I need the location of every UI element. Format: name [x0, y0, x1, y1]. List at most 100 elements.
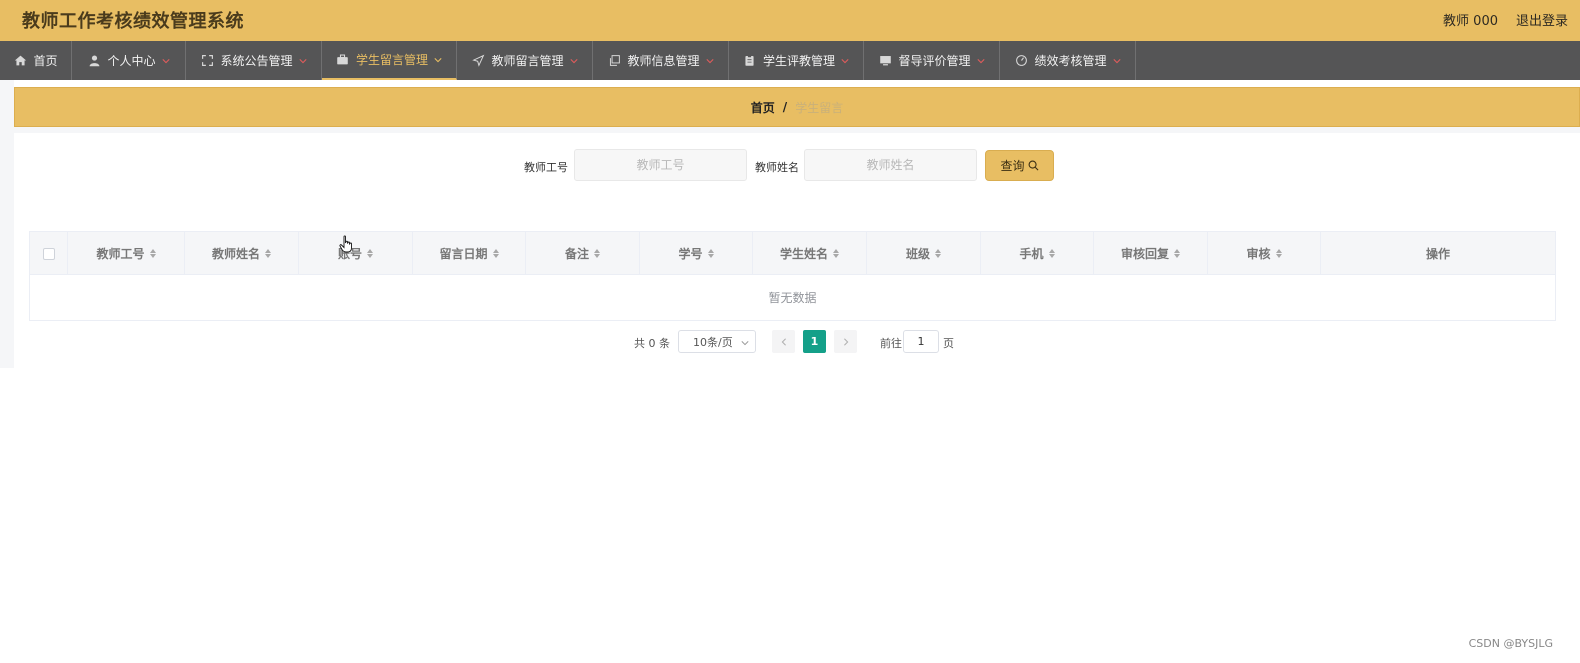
- nav-label: 督导评价管理: [898, 54, 971, 68]
- column-header[interactable]: 学生姓名: [753, 232, 867, 275]
- content-divider: [14, 127, 1580, 133]
- copy-icon: [607, 54, 621, 68]
- chevron-down-icon: [841, 57, 849, 65]
- sort-icon[interactable]: [707, 249, 714, 258]
- page-unit-label: 页: [943, 337, 954, 350]
- breadcrumb-separator: /: [782, 100, 788, 114]
- hand-cursor-icon: [339, 235, 352, 253]
- chevron-down-icon: [1112, 57, 1121, 65]
- column-header[interactable]: 审核: [1208, 232, 1321, 275]
- query-button[interactable]: 查询: [985, 150, 1054, 181]
- chevron-down-icon: [569, 57, 578, 65]
- nav-label: 首页: [33, 54, 58, 68]
- column-header[interactable]: 教师工号: [68, 232, 185, 275]
- column-title: 教师姓名: [211, 247, 260, 261]
- breadcrumb-home[interactable]: 首页: [751, 99, 775, 116]
- column-title: 班级: [905, 247, 930, 261]
- table-header: 教师工号 教师姓名 账号 留言日期 备注 学号 学生姓名 班级 手机 审核回复 …: [30, 232, 1555, 275]
- goto-page-input[interactable]: [903, 330, 939, 353]
- send-icon: [471, 54, 485, 68]
- chevron-right-icon: [843, 337, 848, 346]
- expand-icon: [200, 54, 214, 68]
- sort-icon[interactable]: [935, 249, 941, 258]
- column-header[interactable]: 备注: [526, 232, 640, 275]
- teacher-id-input[interactable]: [574, 149, 747, 181]
- teacher-id-label: 教师工号: [524, 161, 568, 174]
- nav-label: 学生留言管理: [355, 53, 428, 67]
- page-size-value: 10条/页: [693, 335, 733, 349]
- sort-icon[interactable]: [265, 249, 271, 258]
- monitor-icon: [878, 54, 892, 68]
- sort-icon[interactable]: [492, 249, 499, 258]
- column-header[interactable]: 账号: [299, 232, 413, 275]
- user-icon: [87, 54, 101, 68]
- current-user: 教师 000: [1443, 14, 1498, 29]
- nav-label: 绩效考核管理: [1034, 54, 1107, 68]
- nav-label: 学生评教管理: [762, 54, 835, 68]
- chevron-down-icon: [434, 56, 442, 64]
- briefcase-icon: [336, 53, 350, 67]
- left-gutter: [0, 80, 14, 368]
- nav-item-home[interactable]: 首页: [0, 41, 72, 80]
- column-title: 操作: [1425, 247, 1450, 261]
- nav-label: 个人中心: [107, 54, 156, 68]
- goto-label: 前往: [880, 337, 902, 350]
- column-title: 留言日期: [439, 247, 488, 261]
- column-title: 备注: [564, 247, 589, 261]
- chevron-down-icon: [741, 341, 749, 346]
- select-all-checkbox[interactable]: [42, 247, 55, 260]
- clipboard-icon: [743, 54, 757, 68]
- teacher-name-label: 教师姓名: [755, 161, 799, 174]
- nav-item-teacher-message[interactable]: 教师留言管理: [457, 41, 593, 80]
- teacher-name-input[interactable]: [804, 149, 977, 181]
- main-nav: 首页 个人中心 系统公告管理 学生留言管理 教师留言管理 教师信息管理 学生评教…: [0, 41, 1580, 80]
- column-title: 教师工号: [96, 247, 145, 261]
- nav-item-student-message[interactable]: 学生留言管理: [322, 41, 457, 80]
- column-header[interactable]: 审核回复: [1094, 232, 1208, 275]
- sort-icon[interactable]: [149, 249, 156, 258]
- chevron-down-icon: [705, 57, 714, 65]
- chevron-left-icon: [781, 337, 786, 346]
- sort-icon[interactable]: [367, 249, 373, 258]
- column-title: 审核回复: [1120, 247, 1169, 261]
- column-title: 审核: [1246, 247, 1271, 261]
- nav-item-student-evaluation[interactable]: 学生评教管理: [729, 41, 864, 80]
- column-title: 学生姓名: [779, 247, 828, 261]
- next-page-button[interactable]: [834, 330, 857, 353]
- page-number-button[interactable]: 1: [803, 330, 826, 353]
- column-header[interactable]: 留言日期: [413, 232, 526, 275]
- nav-item-notice[interactable]: 系统公告管理: [186, 41, 322, 80]
- search-icon: [1028, 160, 1038, 171]
- prev-page-button[interactable]: [772, 330, 795, 353]
- query-button-label: 查询: [1000, 159, 1025, 173]
- select-all-cell: [30, 232, 68, 275]
- sort-icon[interactable]: [1275, 249, 1282, 258]
- column-header[interactable]: 手机: [981, 232, 1094, 275]
- gauge-icon: [1014, 54, 1028, 68]
- nav-item-teacher-info[interactable]: 教师信息管理: [593, 41, 729, 80]
- sort-icon[interactable]: [1174, 249, 1180, 258]
- sort-icon[interactable]: [833, 249, 839, 258]
- column-header-actions: 操作: [1321, 232, 1555, 275]
- column-header[interactable]: 教师姓名: [185, 232, 299, 275]
- header-bar: 教师工作考核绩效管理系统 教师 000 退出登录: [0, 0, 1580, 41]
- app-title: 教师工作考核绩效管理系统: [22, 11, 244, 32]
- page-size-select[interactable]: 10条/页: [678, 330, 756, 353]
- sort-icon[interactable]: [1048, 249, 1055, 258]
- nav-label: 教师信息管理: [627, 54, 700, 68]
- message-table: 教师工号 教师姓名 账号 留言日期 备注 学号 学生姓名 班级 手机 审核回复 …: [29, 231, 1556, 321]
- nav-item-personal-center[interactable]: 个人中心: [72, 41, 186, 80]
- nav-item-supervisor-evaluation[interactable]: 督导评价管理: [864, 41, 1000, 80]
- chevron-down-icon: [976, 57, 985, 65]
- column-title: 手机: [1019, 247, 1044, 261]
- home-icon: [13, 54, 27, 68]
- sort-icon[interactable]: [594, 249, 600, 258]
- column-title: 学号: [678, 247, 703, 261]
- column-header[interactable]: 学号: [640, 232, 753, 275]
- breadcrumb: 首页 / 学生留言: [14, 87, 1580, 127]
- nav-item-performance[interactable]: 绩效考核管理: [1000, 41, 1136, 80]
- breadcrumb-current: 学生留言: [795, 100, 844, 115]
- column-header[interactable]: 班级: [867, 232, 981, 275]
- logout-link[interactable]: 退出登录: [1516, 10, 1568, 29]
- nav-label: 系统公告管理: [220, 54, 293, 68]
